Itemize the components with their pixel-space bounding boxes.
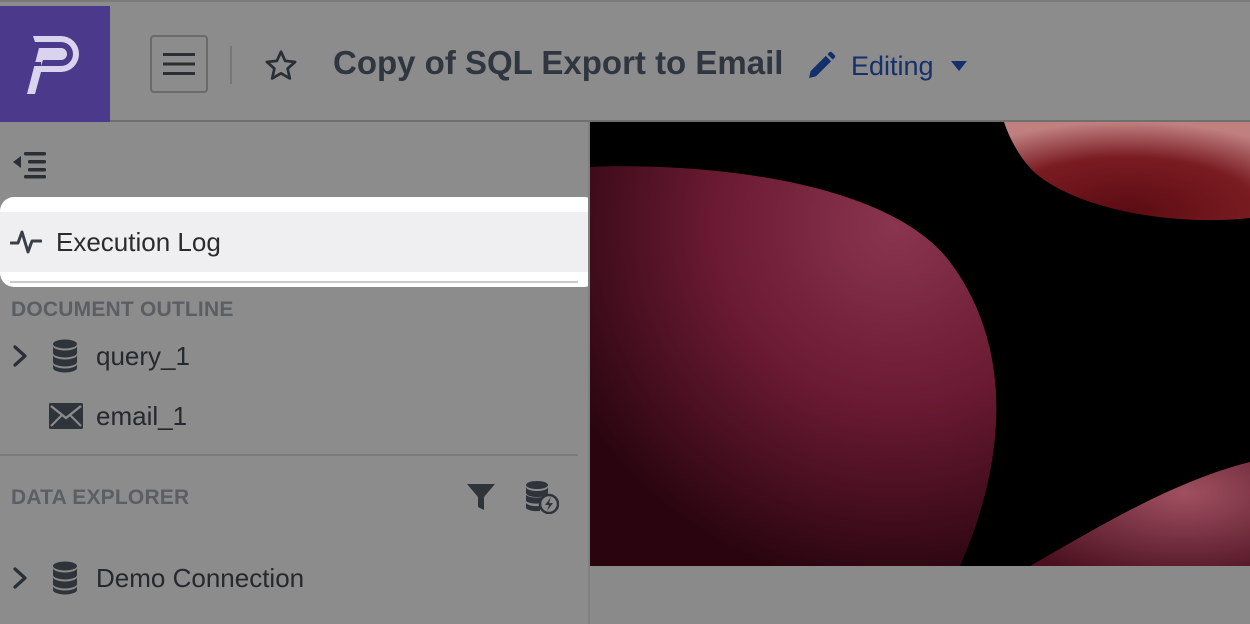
mode-label: Editing (851, 50, 934, 81)
outline-item-label: query_1 (96, 340, 190, 371)
document-outline-heading: DOCUMENT OUTLINE (11, 298, 234, 321)
hamburger-menu-button[interactable] (150, 35, 208, 93)
explorer-item-demo-connection[interactable]: Demo Connection (0, 558, 578, 598)
collapse-sidebar-icon (13, 152, 46, 179)
toolbar-divider (230, 46, 232, 84)
activity-icon (10, 230, 42, 254)
caret-down-icon (950, 61, 967, 71)
sidebar: Execution Log DOCUMENT OUTLINE query_1 e… (0, 122, 598, 624)
divider (10, 281, 578, 283)
canvas-footer (590, 566, 1250, 624)
logo-icon[interactable] (0, 6, 110, 124)
execution-log-button[interactable]: Execution Log (0, 212, 590, 272)
hamburger-icon (163, 53, 195, 75)
document-title[interactable]: Copy of SQL Export to Email (333, 44, 783, 82)
collapse-sidebar-button[interactable] (12, 149, 48, 184)
filter-icon[interactable] (466, 482, 496, 512)
database-bolt-icon[interactable] (525, 480, 559, 514)
database-icon (53, 339, 77, 373)
data-explorer-heading: DATA EXPLORER (11, 486, 190, 509)
chevron-right-icon[interactable] (12, 345, 28, 367)
execution-log-label: Execution Log (56, 226, 221, 257)
top-bar: Copy of SQL Export to Email Editing (0, 0, 1250, 124)
canvas-background-image (590, 122, 1250, 566)
explorer-item-label: Demo Connection (96, 562, 305, 593)
envelope-icon (49, 403, 83, 429)
pencil-icon (809, 51, 836, 78)
outline-item-label: email_1 (96, 400, 188, 431)
section-divider (0, 454, 578, 456)
outline-item-email-1[interactable]: email_1 (0, 396, 578, 436)
star-icon (265, 50, 297, 80)
outline-item-query-1[interactable]: query_1 (0, 336, 578, 376)
chevron-right-icon[interactable] (12, 567, 28, 589)
mode-dropdown[interactable]: Editing (805, 50, 968, 82)
favorite-button[interactable] (262, 48, 300, 89)
database-icon (53, 561, 77, 595)
